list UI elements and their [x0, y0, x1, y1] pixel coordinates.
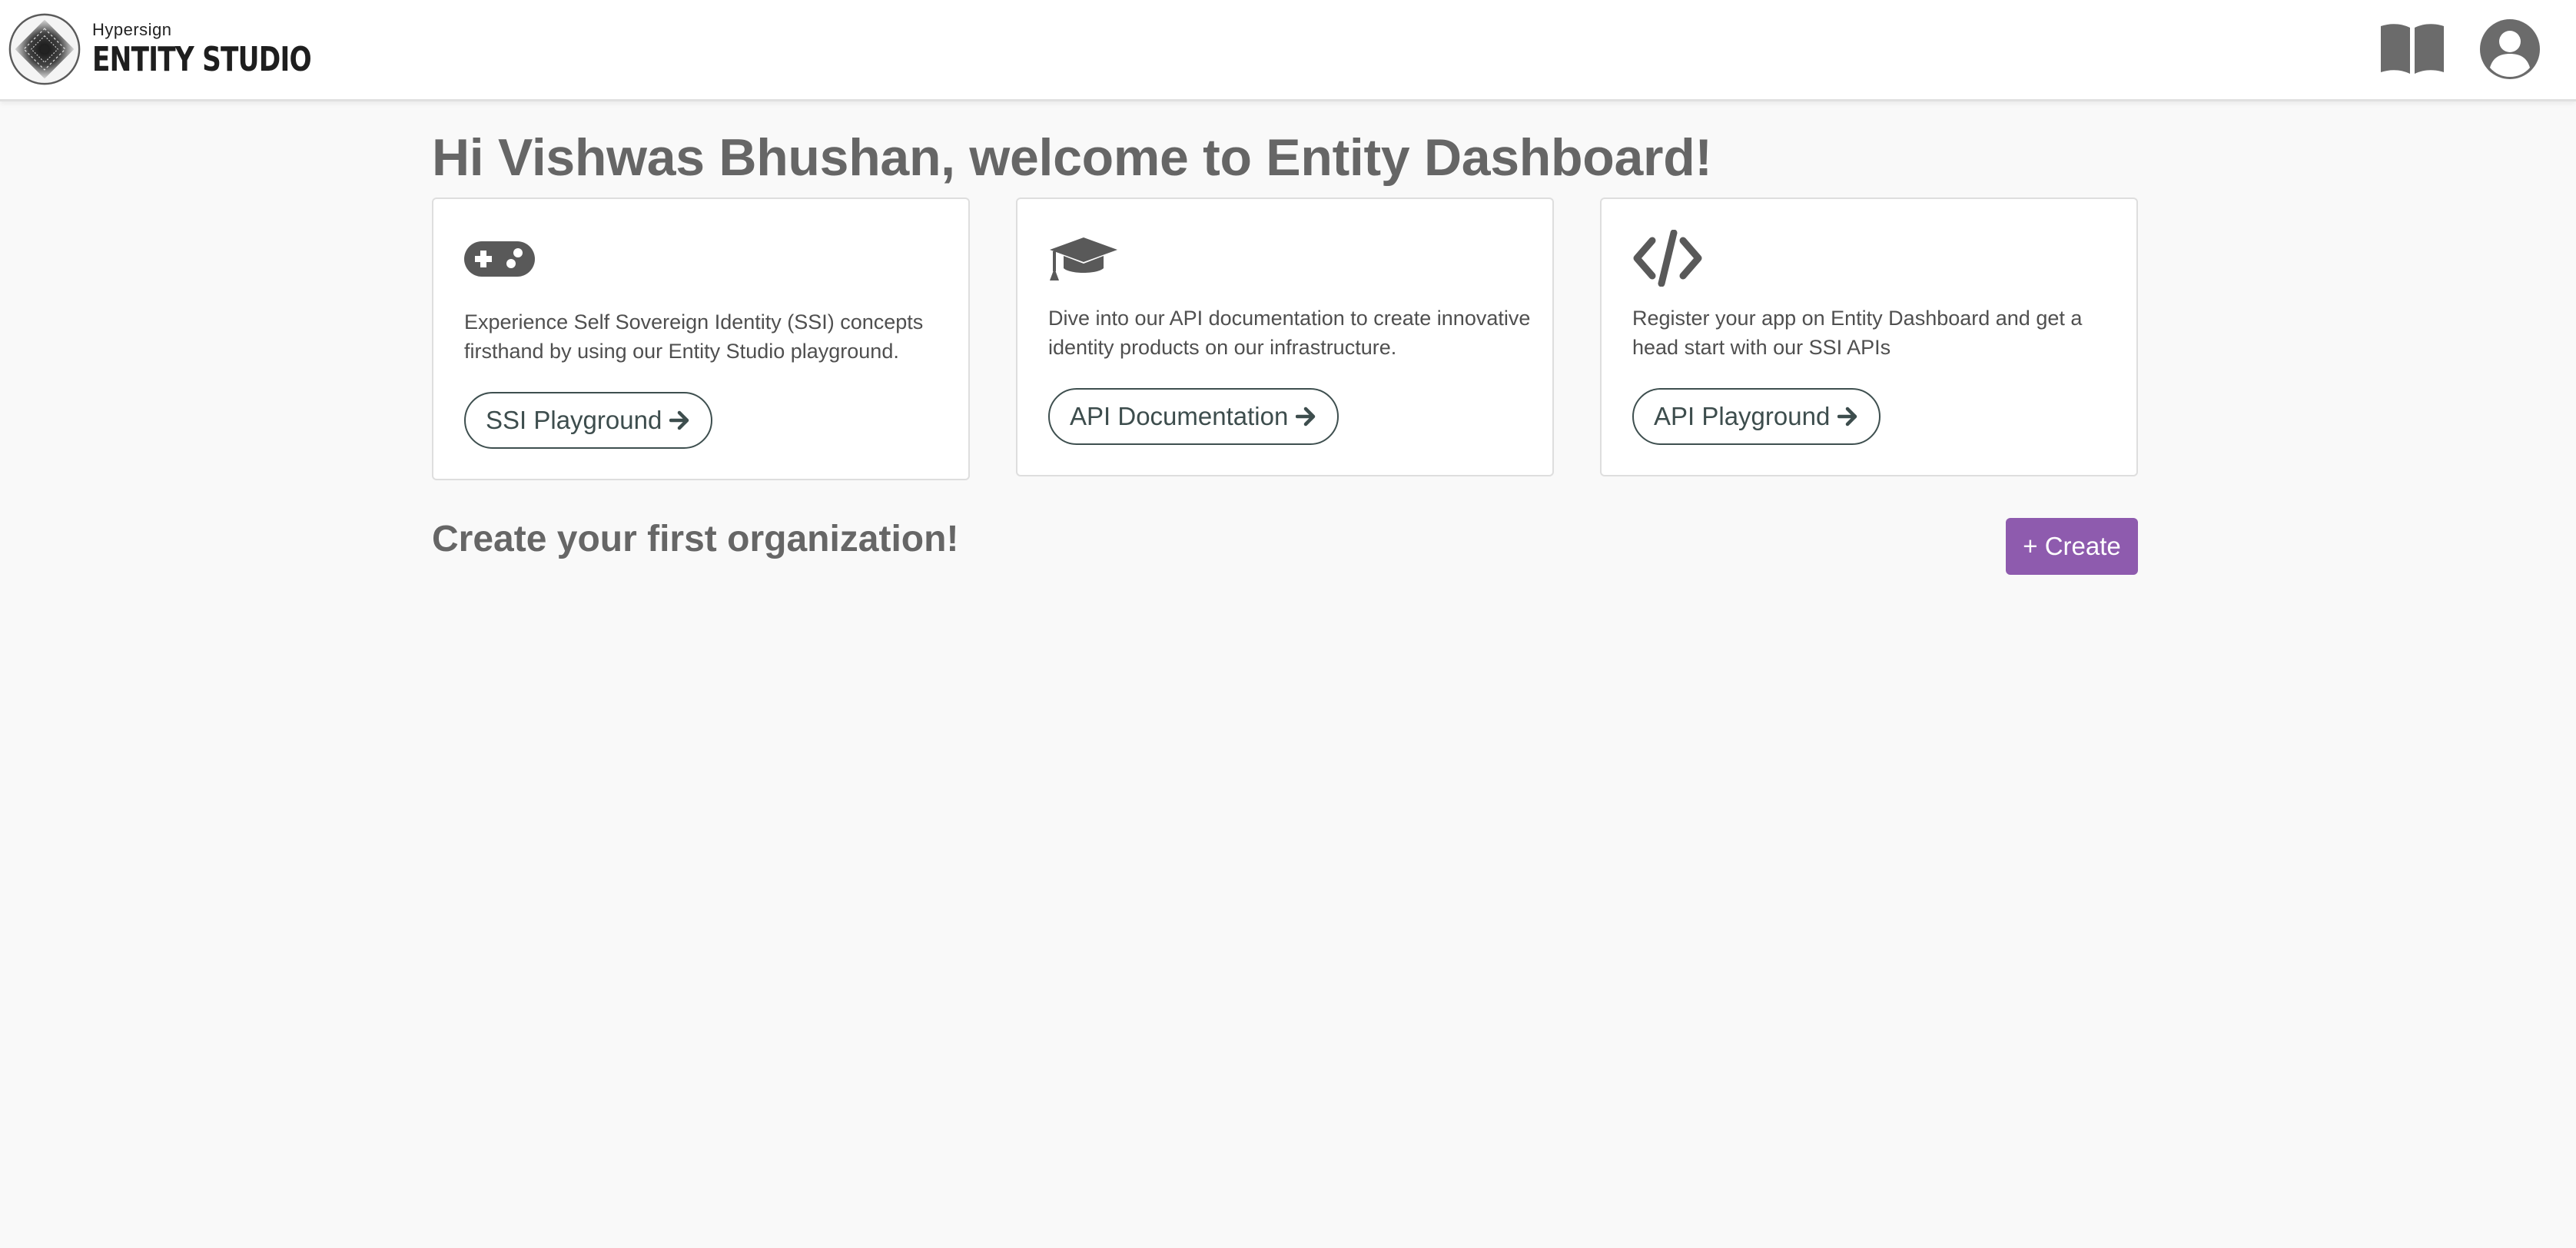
- hypersign-logo-icon: [8, 13, 81, 85]
- ssi-playground-button[interactable]: SSI Playground: [464, 392, 713, 449]
- api-documentation-button[interactable]: API Documentation: [1048, 388, 1339, 445]
- user-circle-icon[interactable]: [2479, 18, 2541, 80]
- button-label: API Documentation: [1070, 402, 1289, 430]
- card-description: Register your app on Entity Dashboard an…: [1632, 307, 2083, 359]
- top-navbar: Hypersign ENTITY STUDIO: [0, 0, 2576, 101]
- card-description: Dive into our API documentation to creat…: [1048, 307, 1531, 359]
- arrow-right-icon: [1837, 407, 1857, 427]
- arrow-right-icon: [1296, 407, 1316, 427]
- ssi-playground-card: Experience Self Sovereign Identity (SSI)…: [432, 197, 970, 480]
- brand-logo-link[interactable]: Hypersign ENTITY STUDIO: [8, 11, 373, 88]
- welcome-title: Hi Vishwas Bhushan, welcome to Entity Da…: [432, 128, 1712, 187]
- gamepad-icon: [464, 241, 535, 277]
- brand-subtitle: Hypersign: [92, 20, 172, 39]
- arrow-right-icon: [669, 410, 689, 430]
- create-organization-heading: Create your first organization!: [432, 519, 959, 559]
- button-label: SSI Playground: [486, 406, 662, 434]
- create-organization-button[interactable]: + Create: [2006, 518, 2138, 575]
- brand-title: ENTITY STUDIO: [92, 40, 312, 79]
- graduation-cap-icon: [1050, 237, 1117, 280]
- api-documentation-card: Dive into our API documentation to creat…: [1016, 197, 1554, 476]
- code-icon: [1633, 230, 1702, 287]
- book-icon[interactable]: [2379, 22, 2445, 75]
- api-playground-button[interactable]: API Playground: [1632, 388, 1881, 445]
- button-label: API Playground: [1654, 402, 1831, 430]
- card-description: Experience Self Sovereign Identity (SSI)…: [464, 310, 924, 363]
- api-playground-card: Register your app on Entity Dashboard an…: [1600, 197, 2138, 476]
